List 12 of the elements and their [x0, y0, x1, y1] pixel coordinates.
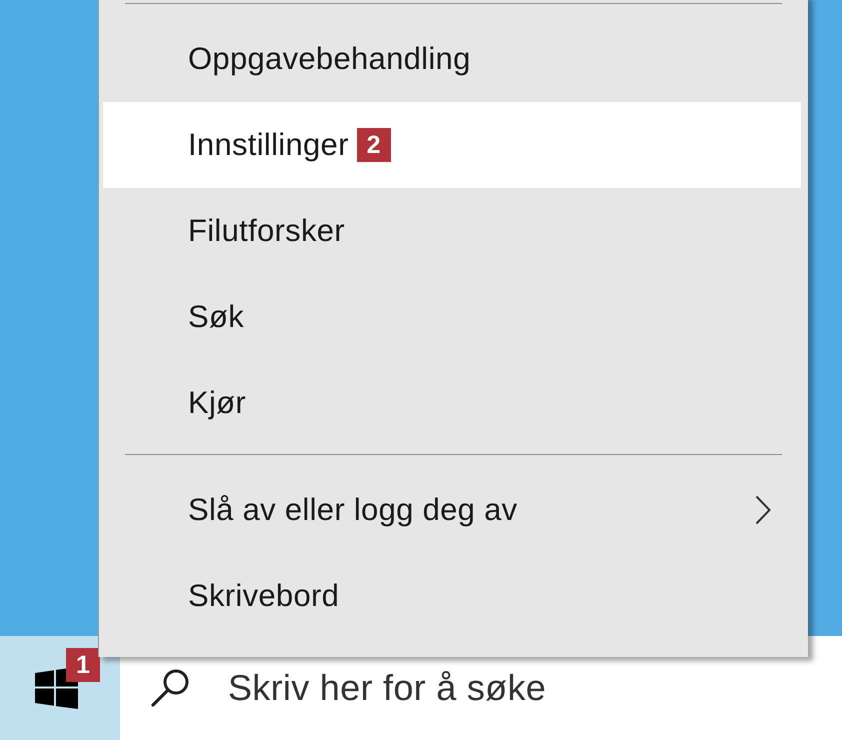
search-icon	[150, 668, 190, 708]
menu-item[interactable]: Filutforsker	[103, 188, 801, 274]
menu-item[interactable]: Søk	[103, 274, 801, 360]
menu-item[interactable]: Kjør	[103, 360, 801, 446]
menu-item[interactable]: Slå av eller logg deg av	[103, 467, 801, 553]
menu-item[interactable]: Skrivebord	[103, 553, 801, 639]
callout-badge: 2	[356, 128, 391, 162]
menu-item[interactable]: Oppgavebehandling	[103, 16, 801, 102]
start-button[interactable]: 1	[0, 636, 120, 740]
search-input[interactable]: Skriv her for å søke	[228, 639, 828, 737]
callout-badge: 1	[66, 648, 100, 682]
menu-item[interactable]: Innstillinger 2	[103, 102, 801, 188]
